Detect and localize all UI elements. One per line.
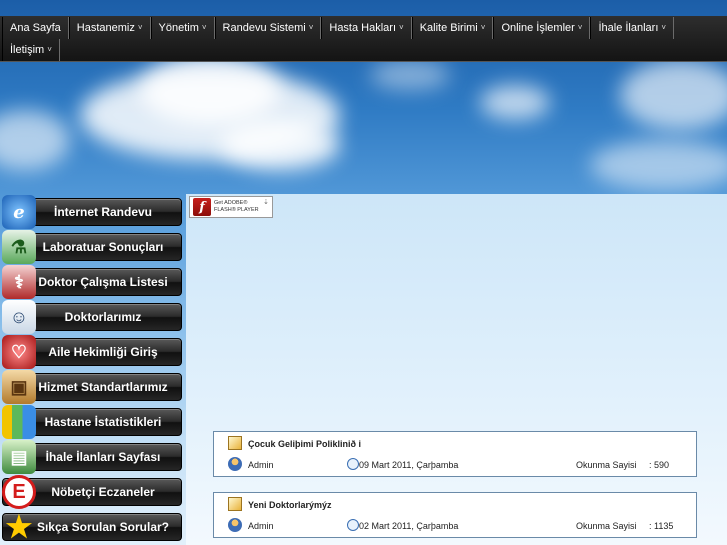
download-arrow-icon: ⇣: [263, 198, 269, 206]
read-count-label: Okunma Sayisi: [576, 460, 637, 470]
cloud: [590, 140, 727, 190]
folder-icon: ▤: [2, 440, 36, 474]
chevron-down-icon: ˅: [137, 23, 143, 32]
sidebar-item-internet-randevu[interactable]: e İnternet Randevu: [2, 195, 182, 229]
get-flash-player-badge[interactable]: f Get ADOBE® FLASH® PLAYER ⇣: [189, 196, 273, 218]
sidebar-item-sikca-sorulan[interactable]: ★ Sıkça Sorulan Sorular?: [2, 510, 182, 544]
nav-hastanemiz[interactable]: Hastanemiz ˅: [68, 17, 151, 39]
top-navigation: Ana Sayfa Hastanemiz ˅ Yönetim ˅ Randevu S…: [0, 16, 727, 62]
note-pencil-icon: [228, 497, 242, 511]
sidebar-item-label: Laboratuar Sonuçları: [42, 240, 164, 254]
sidebar-item-label: İnternet Randevu: [53, 205, 152, 219]
news-item[interactable]: Yeni Doktorlarýmýz Admin 02 Mart 2011, Ç…: [213, 492, 697, 538]
stethoscope-icon: ⚕: [2, 265, 36, 299]
news-title[interactable]: Çocuk Geliþimi Poliklinið i: [248, 439, 361, 449]
stethoscope-red-icon: ♡: [2, 335, 36, 369]
nav-randevu-sistemi[interactable]: Randevu Sistemi ˅: [214, 17, 322, 39]
doctor-icon: ☺: [2, 300, 36, 334]
flash-logo-icon: f: [193, 198, 211, 216]
news-date: 02 Mart 2011, Çarþamba: [359, 521, 459, 531]
nav-label: Hastanemiz: [76, 22, 135, 34]
nav-label: Hasta Hakları: [329, 22, 397, 34]
nav-label: Randevu Sistemi: [222, 22, 306, 34]
sidebar-item-label: Doktor Çalışma Listesi: [38, 275, 168, 289]
cloud: [220, 120, 340, 170]
nav-label: İletişim: [10, 44, 45, 56]
sidebar-item-doktor-calisma[interactable]: ⚕ Doktor Çalışma Listesi: [2, 265, 182, 299]
sidebar-item-hizmet-standartlari[interactable]: ▣ Hizmet Standartlarımız: [2, 370, 182, 404]
nav-iletisim[interactable]: İletişim ˅: [2, 39, 60, 61]
nav-label: İhale İlanları: [598, 22, 659, 34]
sidebar-item-nobetci-eczaneler[interactable]: E Nöbetçi Eczaneler: [2, 475, 182, 509]
chevron-down-icon: ˅: [661, 23, 667, 32]
pharmacy-e-icon: E: [2, 475, 36, 509]
nav-yonetim[interactable]: Yönetim ˅: [150, 17, 215, 39]
flash-line1: Get ADOBE®: [214, 200, 248, 206]
sidebar-item-laboratuar[interactable]: ⚗ Laboratuar Sonuçları: [2, 230, 182, 264]
read-count-label: Okunma Sayisi: [576, 521, 637, 531]
sidebar-item-label: İhale İlanları Sayfası: [45, 450, 161, 464]
chevron-down-icon: ˅: [577, 23, 583, 32]
nav-label: Ana Sayfa: [10, 22, 61, 34]
sidebar-item-label: Hizmet Standartlarımız: [38, 380, 168, 394]
sidebar-item-hastane-istatistikleri[interactable]: Hastane İstatistikleri: [2, 405, 182, 439]
bar-chart-icon: [2, 405, 36, 439]
cloud: [0, 110, 70, 170]
chevron-down-icon: ˅: [399, 23, 404, 32]
cloud: [370, 60, 450, 90]
sidebar-item-label: Doktorlarımız: [64, 310, 142, 324]
internet-explorer-icon: e: [2, 195, 36, 229]
chevron-down-icon: ˅: [308, 23, 314, 32]
cloud: [140, 55, 280, 125]
read-count-value: : 1135: [649, 521, 674, 531]
read-count-value: : 590: [649, 460, 670, 470]
flask-icon: ⚗: [2, 230, 36, 264]
box-icon: ▣: [2, 370, 36, 404]
news-author: Admin: [248, 460, 274, 470]
nav-row: Ana Sayfa Hastanemiz ˅ Yönetim ˅ Randevu S…: [2, 17, 675, 39]
cloud: [620, 60, 727, 130]
clock-icon: [347, 458, 359, 470]
flash-line2: FLASH® PLAYER: [214, 207, 259, 213]
nav-label: Online İşlemler: [501, 22, 575, 34]
news-date: 09 Mart 2011, Çarþamba: [359, 460, 459, 470]
sidebar-item-label: Hastane İstatistikleri: [44, 415, 162, 429]
news-title[interactable]: Yeni Doktorlarýmýz: [248, 500, 332, 510]
chevron-down-icon: ˅: [480, 23, 486, 32]
nav-ana-sayfa[interactable]: Ana Sayfa: [2, 17, 69, 39]
star-icon: ★: [5, 510, 33, 544]
flash-badge-text: Get ADOBE® FLASH® PLAYER: [214, 200, 259, 214]
news-author: Admin: [248, 521, 274, 531]
note-pencil-icon: [228, 436, 242, 450]
sidebar-item-label: Sıkça Sorulan Sorular?: [36, 520, 170, 534]
sidebar-item-aile-hekimligi[interactable]: ♡ Aile Hekimliği Giriş: [2, 335, 182, 369]
user-icon: [228, 518, 242, 532]
nav-ihale-ilanlari[interactable]: İhale İlanları ˅: [590, 17, 675, 39]
sidebar-item-label: Aile Hekimliği Giriş: [48, 345, 158, 359]
nav-label: Kalite Birimi: [419, 22, 478, 34]
nav-online-islemler[interactable]: Online İşlemler ˅: [493, 17, 591, 39]
sidebar-item-doktorlarimiz[interactable]: ☺ Doktorlarımız: [2, 300, 182, 334]
nav-row: İletişim ˅: [2, 39, 60, 61]
user-icon: [228, 457, 242, 471]
news-item[interactable]: Çocuk Geliþimi Poliklinið i Admin 09 Mar…: [213, 431, 697, 477]
nav-kalite-birimi[interactable]: Kalite Birimi ˅: [411, 17, 494, 39]
nav-hasta-haklari[interactable]: Hasta Hakları ˅: [321, 17, 412, 39]
nav-label: Yönetim: [158, 22, 199, 34]
chevron-down-icon: ˅: [47, 45, 52, 54]
clock-icon: [347, 519, 359, 531]
sidebar-item-label: Nöbetçi Eczaneler: [51, 485, 155, 499]
sidebar-item-ihale-ilanlari-sayfasi[interactable]: ▤ İhale İlanları Sayfası: [2, 440, 182, 474]
cloud: [480, 85, 550, 120]
chevron-down-icon: ˅: [201, 23, 207, 32]
